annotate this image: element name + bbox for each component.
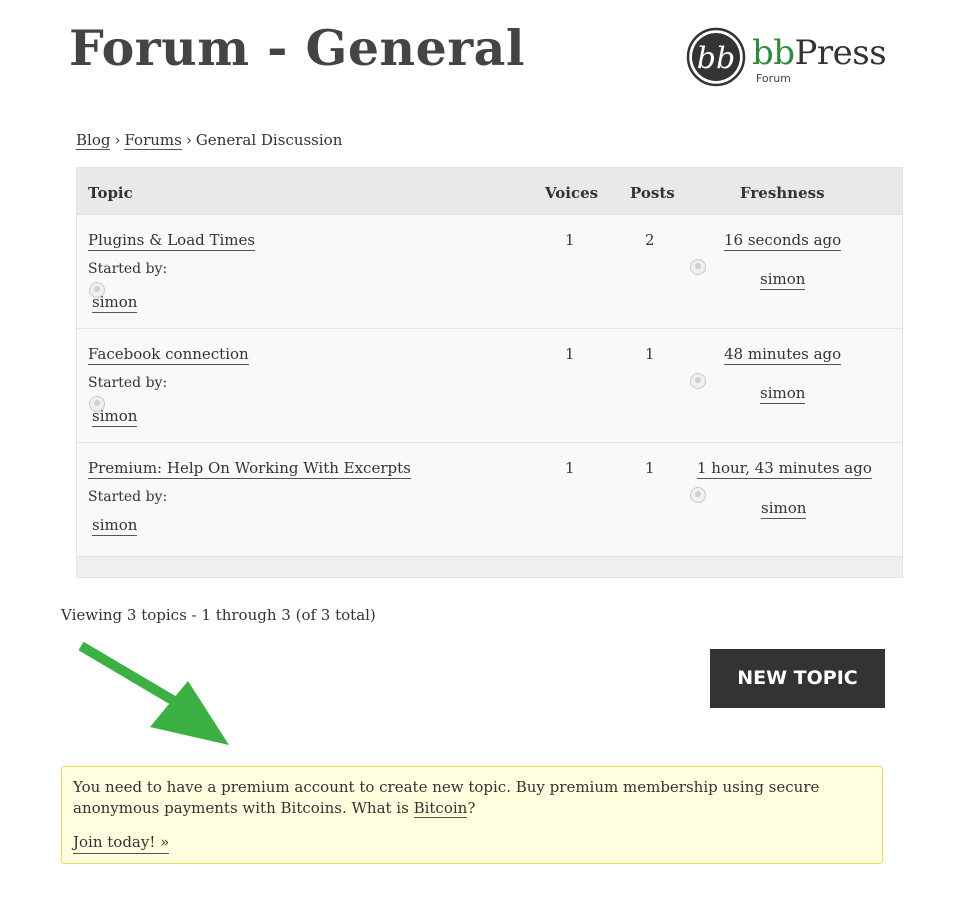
- breadcrumb-blog-link[interactable]: Blog: [76, 131, 111, 150]
- pagination-count: Viewing 3 topics - 1 through 3 (of 3 tot…: [61, 606, 376, 624]
- posts-count: 1: [645, 459, 655, 477]
- join-today-link[interactable]: Join today! »: [73, 832, 170, 854]
- topic-author-link[interactable]: simon: [92, 292, 138, 313]
- page-title: Forum - General: [69, 19, 526, 77]
- breadcrumb: Blog › Forums › General Discussion: [76, 130, 342, 150]
- last-author-link[interactable]: simon: [760, 269, 806, 290]
- new-topic-button[interactable]: NEW TOPIC: [710, 649, 885, 708]
- last-author-link[interactable]: simon: [760, 383, 806, 404]
- posts-count: 1: [645, 345, 655, 363]
- breadcrumb-separator: ›: [114, 131, 121, 149]
- avatar-icon: [690, 259, 706, 275]
- breadcrumb-current: General Discussion: [195, 131, 343, 149]
- avatar-icon: [690, 373, 706, 389]
- table-row: Plugins & Load Times Started by: simon 1…: [77, 215, 902, 329]
- topic-author-link[interactable]: simon: [92, 406, 138, 427]
- header-voices: Voices: [545, 184, 599, 202]
- topic-title-link[interactable]: Facebook connection: [88, 344, 249, 365]
- topics-table: Topic Voices Posts Freshness Plugins & L…: [76, 167, 903, 578]
- started-by-label: Started by:: [88, 261, 168, 277]
- notice-question-mark: ?: [467, 799, 476, 817]
- table-footer: [77, 557, 902, 577]
- svg-text:bb: bb: [697, 41, 735, 76]
- table-header: Topic Voices Posts Freshness: [77, 168, 902, 215]
- freshness-link[interactable]: 48 minutes ago: [724, 344, 842, 365]
- voices-count: 1: [565, 459, 575, 477]
- bitcoin-link[interactable]: Bitcoin: [413, 799, 468, 818]
- freshness-link[interactable]: 16 seconds ago: [724, 230, 842, 251]
- freshness-link[interactable]: 1 hour, 43 minutes ago: [697, 458, 872, 479]
- green-arrow-icon: [78, 641, 229, 745]
- header-freshness: Freshness: [740, 184, 825, 202]
- topic-title-link[interactable]: Premium: Help On Working With Excerpts: [88, 458, 411, 479]
- logo-wordmark: bbPress: [752, 33, 887, 73]
- table-row: Facebook connection Started by: simon 1 …: [77, 329, 902, 443]
- header-topic: Topic: [88, 184, 133, 202]
- started-by-label: Started by:: [88, 375, 168, 391]
- premium-notice: You need to have a premium account to cr…: [61, 766, 883, 864]
- logo-subtitle: Forum: [756, 72, 791, 85]
- posts-count: 2: [645, 231, 655, 249]
- voices-count: 1: [565, 231, 575, 249]
- topic-author-link[interactable]: simon: [92, 515, 138, 536]
- breadcrumb-forums-link[interactable]: Forums: [124, 131, 182, 150]
- notice-text: You need to have a premium account to cr…: [73, 777, 871, 819]
- bbpress-logo[interactable]: bb bbPress Forum: [686, 26, 896, 90]
- last-author-link[interactable]: simon: [761, 498, 807, 519]
- voices-count: 1: [565, 345, 575, 363]
- header-posts: Posts: [630, 184, 675, 202]
- avatar-icon: [690, 487, 706, 503]
- breadcrumb-separator: ›: [185, 131, 192, 149]
- table-row: Premium: Help On Working With Excerpts S…: [77, 443, 902, 557]
- bbpress-logo-icon: bb: [686, 27, 746, 87]
- topic-title-link[interactable]: Plugins & Load Times: [88, 230, 256, 251]
- started-by-label: Started by:: [88, 489, 168, 505]
